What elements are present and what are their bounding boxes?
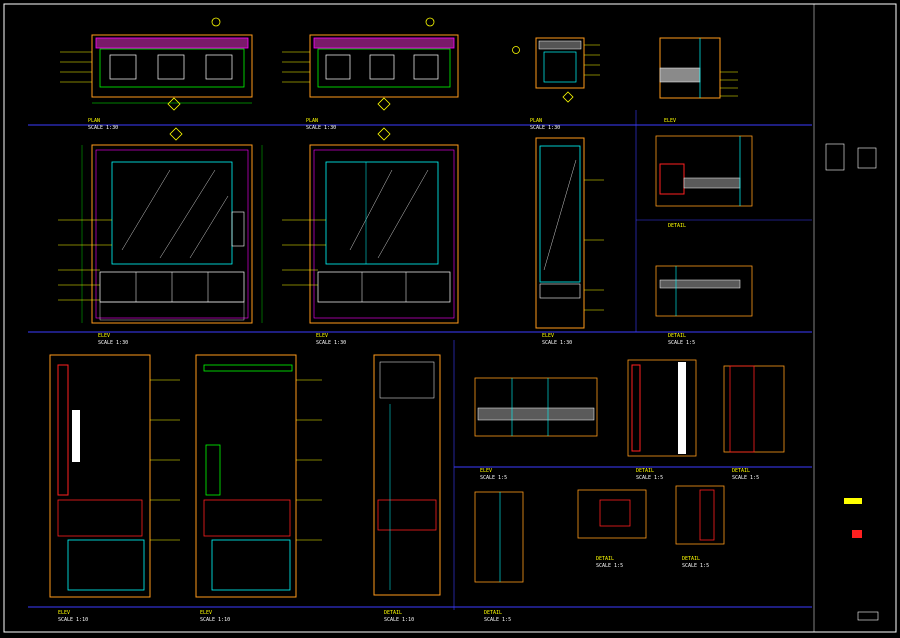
view-7-scale: SCALE 1:30	[542, 340, 572, 346]
detail-view-mid-2	[655, 265, 753, 317]
view-2-title: PLAN	[306, 118, 318, 124]
section-view-1	[49, 354, 180, 598]
plan-view-3	[512, 37, 600, 103]
view-titles: PLAN SCALE 1:30 PLAN SCALE 1:30 PLAN SCA…	[58, 118, 759, 623]
view-14-title: DETAIL	[636, 468, 654, 474]
detail-view-row4-3	[675, 485, 725, 545]
section-view-2	[195, 354, 322, 598]
view-16-scale: SCALE 1:5	[484, 617, 511, 623]
view-2-scale: SCALE 1:30	[306, 125, 336, 131]
plan-view-2	[282, 17, 459, 111]
view-13-title: ELEV	[480, 468, 492, 474]
view-13-scale: SCALE 1:5	[480, 475, 507, 481]
view-18-title: DETAIL	[682, 556, 700, 562]
view-3-scale: SCALE 1:30	[530, 125, 560, 131]
view-3-title: PLAN	[530, 118, 542, 124]
detail-view-row3-2	[627, 359, 697, 457]
view-10-scale: SCALE 1:10	[58, 617, 88, 623]
view-17-title: DETAIL	[596, 556, 614, 562]
elevation-view-2	[282, 127, 459, 324]
view-11-scale: SCALE 1:10	[200, 617, 230, 623]
elevation-view-1	[58, 127, 263, 324]
view-6-scale: SCALE 1:30	[316, 340, 346, 346]
detail-view-row3-1	[474, 377, 598, 437]
view-5-scale: SCALE 1:30	[98, 340, 128, 346]
section-view-3	[373, 354, 441, 596]
drawing-sheet: PLAN SCALE 1:30 PLAN SCALE 1:30 PLAN SCA…	[3, 3, 897, 633]
elevation-view-3	[535, 137, 604, 329]
view-14-scale: SCALE 1:5	[636, 475, 663, 481]
view-4-title: ELEV	[664, 118, 676, 124]
view-17-scale: SCALE 1:5	[596, 563, 623, 569]
view-5-title: ELEV	[98, 333, 110, 339]
view-8-title: DETAIL	[668, 223, 686, 229]
detail-view-top-right	[659, 37, 738, 99]
view-16-title: DETAIL	[484, 610, 502, 616]
view-18-scale: SCALE 1:5	[682, 563, 709, 569]
view-1-scale: SCALE 1:30	[88, 125, 118, 131]
detail-view-row3-3	[723, 365, 785, 453]
view-12-scale: SCALE 1:10	[384, 617, 414, 623]
detail-view-row4-1	[474, 491, 524, 583]
view-10-title: ELEV	[58, 610, 70, 616]
view-6-title: ELEV	[316, 333, 328, 339]
view-7-title: ELEV	[542, 333, 554, 339]
view-9-title: DETAIL	[668, 333, 686, 339]
detail-view-row4-2	[577, 489, 647, 539]
detail-view-mid-1	[655, 135, 753, 207]
view-12-title: DETAIL	[384, 610, 402, 616]
view-1-title: PLAN	[88, 118, 100, 124]
view-9-scale: SCALE 1:5	[668, 340, 695, 346]
view-11-title: ELEV	[200, 610, 212, 616]
view-15-scale: SCALE 1:5	[732, 475, 759, 481]
title-block	[825, 143, 879, 621]
view-15-title: DETAIL	[732, 468, 750, 474]
plan-view-1	[60, 17, 253, 111]
